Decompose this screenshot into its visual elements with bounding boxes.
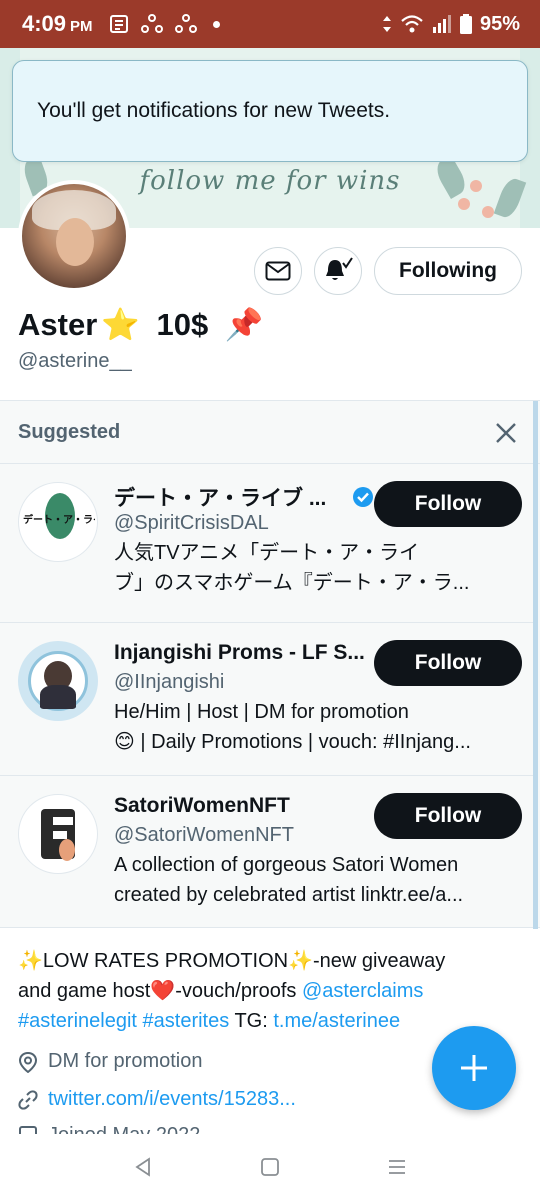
location-pin-icon bbox=[18, 1051, 38, 1073]
status-notification-icons bbox=[109, 14, 220, 34]
following-button[interactable]: Following bbox=[374, 247, 522, 295]
avatar-detail bbox=[53, 817, 73, 825]
compose-tweet-button[interactable] bbox=[432, 1026, 516, 1110]
suggested-title: Suggested bbox=[18, 421, 121, 443]
bio-line: A collection of gorgeous Satori Women bbox=[114, 854, 459, 876]
bio-line: He/Him | Host | DM for promotion bbox=[114, 701, 409, 723]
close-icon bbox=[496, 423, 516, 443]
battery-percent: 95% bbox=[479, 12, 520, 35]
status-bar: 4:09 PM 95% bbox=[0, 0, 540, 48]
back-icon[interactable] bbox=[132, 1156, 154, 1178]
follow-button[interactable]: Follow bbox=[374, 481, 522, 527]
display-name: Aster ⭐ 10$ 📌 bbox=[18, 306, 264, 343]
signal-icon bbox=[432, 15, 451, 33]
notifications-button[interactable] bbox=[314, 247, 362, 295]
suggested-user-name: Injangishi Proms - LF S... bbox=[114, 641, 365, 664]
status-time: 4:09 PM bbox=[22, 11, 93, 36]
hashtag-link[interactable]: #asterites bbox=[143, 1010, 230, 1032]
plus-icon bbox=[461, 1055, 487, 1081]
bio-line: ✨LOW RATES PROMOTION✨-new giveaway bbox=[18, 950, 446, 972]
heart-emoji: ❤️ bbox=[150, 980, 176, 1002]
suggested-user-handle: @SpiritCrisisDAL bbox=[114, 512, 269, 534]
suggested-user-avatar[interactable] bbox=[18, 794, 98, 874]
avatar-detail bbox=[53, 831, 67, 839]
scrollbar[interactable] bbox=[533, 401, 538, 929]
verified-badge-icon bbox=[353, 487, 373, 507]
bio-line: 人気TVアニメ「デート・ア・ライ bbox=[114, 542, 420, 564]
profile-bio: ✨LOW RATES PROMOTION✨-new giveaway and g… bbox=[18, 946, 518, 1036]
bio-line: ブ」のスマホゲーム『デート・ア・ラ... bbox=[114, 572, 470, 594]
suggested-user-avatar[interactable] bbox=[18, 641, 98, 721]
toast-message: You'll get notifications for new Tweets. bbox=[37, 99, 391, 122]
bio-line: and game host❤️-vouch/proofs @asterclaim… bbox=[18, 980, 424, 1002]
home-icon[interactable] bbox=[259, 1156, 281, 1178]
battery-icon bbox=[459, 14, 472, 34]
news-icon bbox=[109, 15, 128, 33]
location-row: DM for promotion bbox=[18, 1050, 203, 1073]
suggested-user-bio: 人気TVアニメ「デート・ア・ライ ブ」のスマホゲーム『デート・ア・ラ... bbox=[114, 538, 518, 598]
suggested-user-row[interactable]: デート・ア・ライブ デート・ア・ライブ ... @SpiritCrisisDAL… bbox=[0, 464, 534, 623]
bio-line: #asterinelegit #asterites TG: t.me/aster… bbox=[18, 1010, 401, 1032]
notification-toast[interactable]: You'll get notifications for new Tweets. bbox=[12, 60, 528, 162]
star-emoji: ⭐ bbox=[101, 307, 140, 342]
mention-link[interactable]: @asterclaims bbox=[302, 980, 423, 1002]
suggested-user-row[interactable]: Injangishi Proms - LF S... @IInjangishi … bbox=[0, 623, 534, 776]
avatar-logo-text: デート・ア・ライブ bbox=[23, 515, 95, 526]
sync-icon bbox=[140, 14, 163, 33]
pin-emoji: 📌 bbox=[224, 307, 264, 342]
recents-icon[interactable] bbox=[386, 1156, 408, 1178]
calendar-icon bbox=[19, 1126, 37, 1134]
location-text: DM for promotion bbox=[48, 1050, 203, 1072]
follow-button[interactable]: Follow bbox=[374, 793, 522, 839]
avatar-detail bbox=[59, 839, 75, 861]
suggested-user-handle: @SatoriWomenNFT bbox=[114, 824, 294, 846]
joined-text: Joined May 2022 bbox=[48, 1124, 200, 1134]
berry-decoration bbox=[458, 198, 470, 210]
data-transfer-icon bbox=[382, 16, 391, 32]
avatar-detail bbox=[56, 218, 94, 266]
profile-avatar[interactable] bbox=[18, 180, 130, 292]
avatar-detail bbox=[40, 685, 76, 709]
suggested-user-handle: @IInjangishi bbox=[114, 671, 225, 693]
close-suggested-button[interactable] bbox=[490, 417, 522, 449]
suggested-user-bio: He/Him | Host | DM for promotion 😊 | Dai… bbox=[114, 697, 518, 757]
link-icon bbox=[18, 1089, 38, 1110]
suggested-user-avatar[interactable]: デート・ア・ライブ bbox=[18, 482, 98, 562]
berry-decoration bbox=[482, 206, 494, 218]
suggested-user-name: SatoriWomenNFT bbox=[114, 794, 290, 817]
wifi-icon bbox=[401, 15, 423, 33]
hashtag-link[interactable]: #asterinelegit bbox=[18, 1010, 137, 1032]
bio-line: created by celebrated artist linktr.ee/a… bbox=[114, 884, 464, 906]
suggested-header: Suggested bbox=[0, 401, 540, 464]
status-right: 95% bbox=[382, 13, 520, 36]
suggested-user-name: デート・ア・ライブ ... bbox=[114, 487, 327, 510]
mail-icon bbox=[265, 261, 291, 281]
dot-icon bbox=[212, 20, 220, 28]
website-row: twitter.com/i/events/15283... bbox=[18, 1088, 296, 1111]
website-link[interactable]: twitter.com/i/events/15283... bbox=[48, 1088, 296, 1111]
bio-line: 😊 | Daily Promotions | vouch: #IInjang..… bbox=[114, 731, 471, 753]
system-nav-bar bbox=[0, 1134, 540, 1200]
suggested-user-bio: A collection of gorgeous Satori Women cr… bbox=[114, 850, 518, 910]
suggested-user-row[interactable]: SatoriWomenNFT @SatoriWomenNFT A collect… bbox=[0, 776, 534, 929]
message-button[interactable] bbox=[254, 247, 302, 295]
joined-row: Joined May 2022 bbox=[18, 1124, 200, 1134]
telegram-link[interactable]: t.me/asterinee bbox=[273, 1010, 400, 1032]
sync-icon bbox=[174, 14, 197, 33]
suggested-panel: Suggested デート・ア・ライブ デート・ア・ライブ ... @Spiri… bbox=[0, 400, 540, 929]
follow-button[interactable]: Follow bbox=[374, 640, 522, 686]
profile-handle: @asterine__ bbox=[18, 350, 132, 372]
bell-check-icon bbox=[326, 257, 353, 280]
